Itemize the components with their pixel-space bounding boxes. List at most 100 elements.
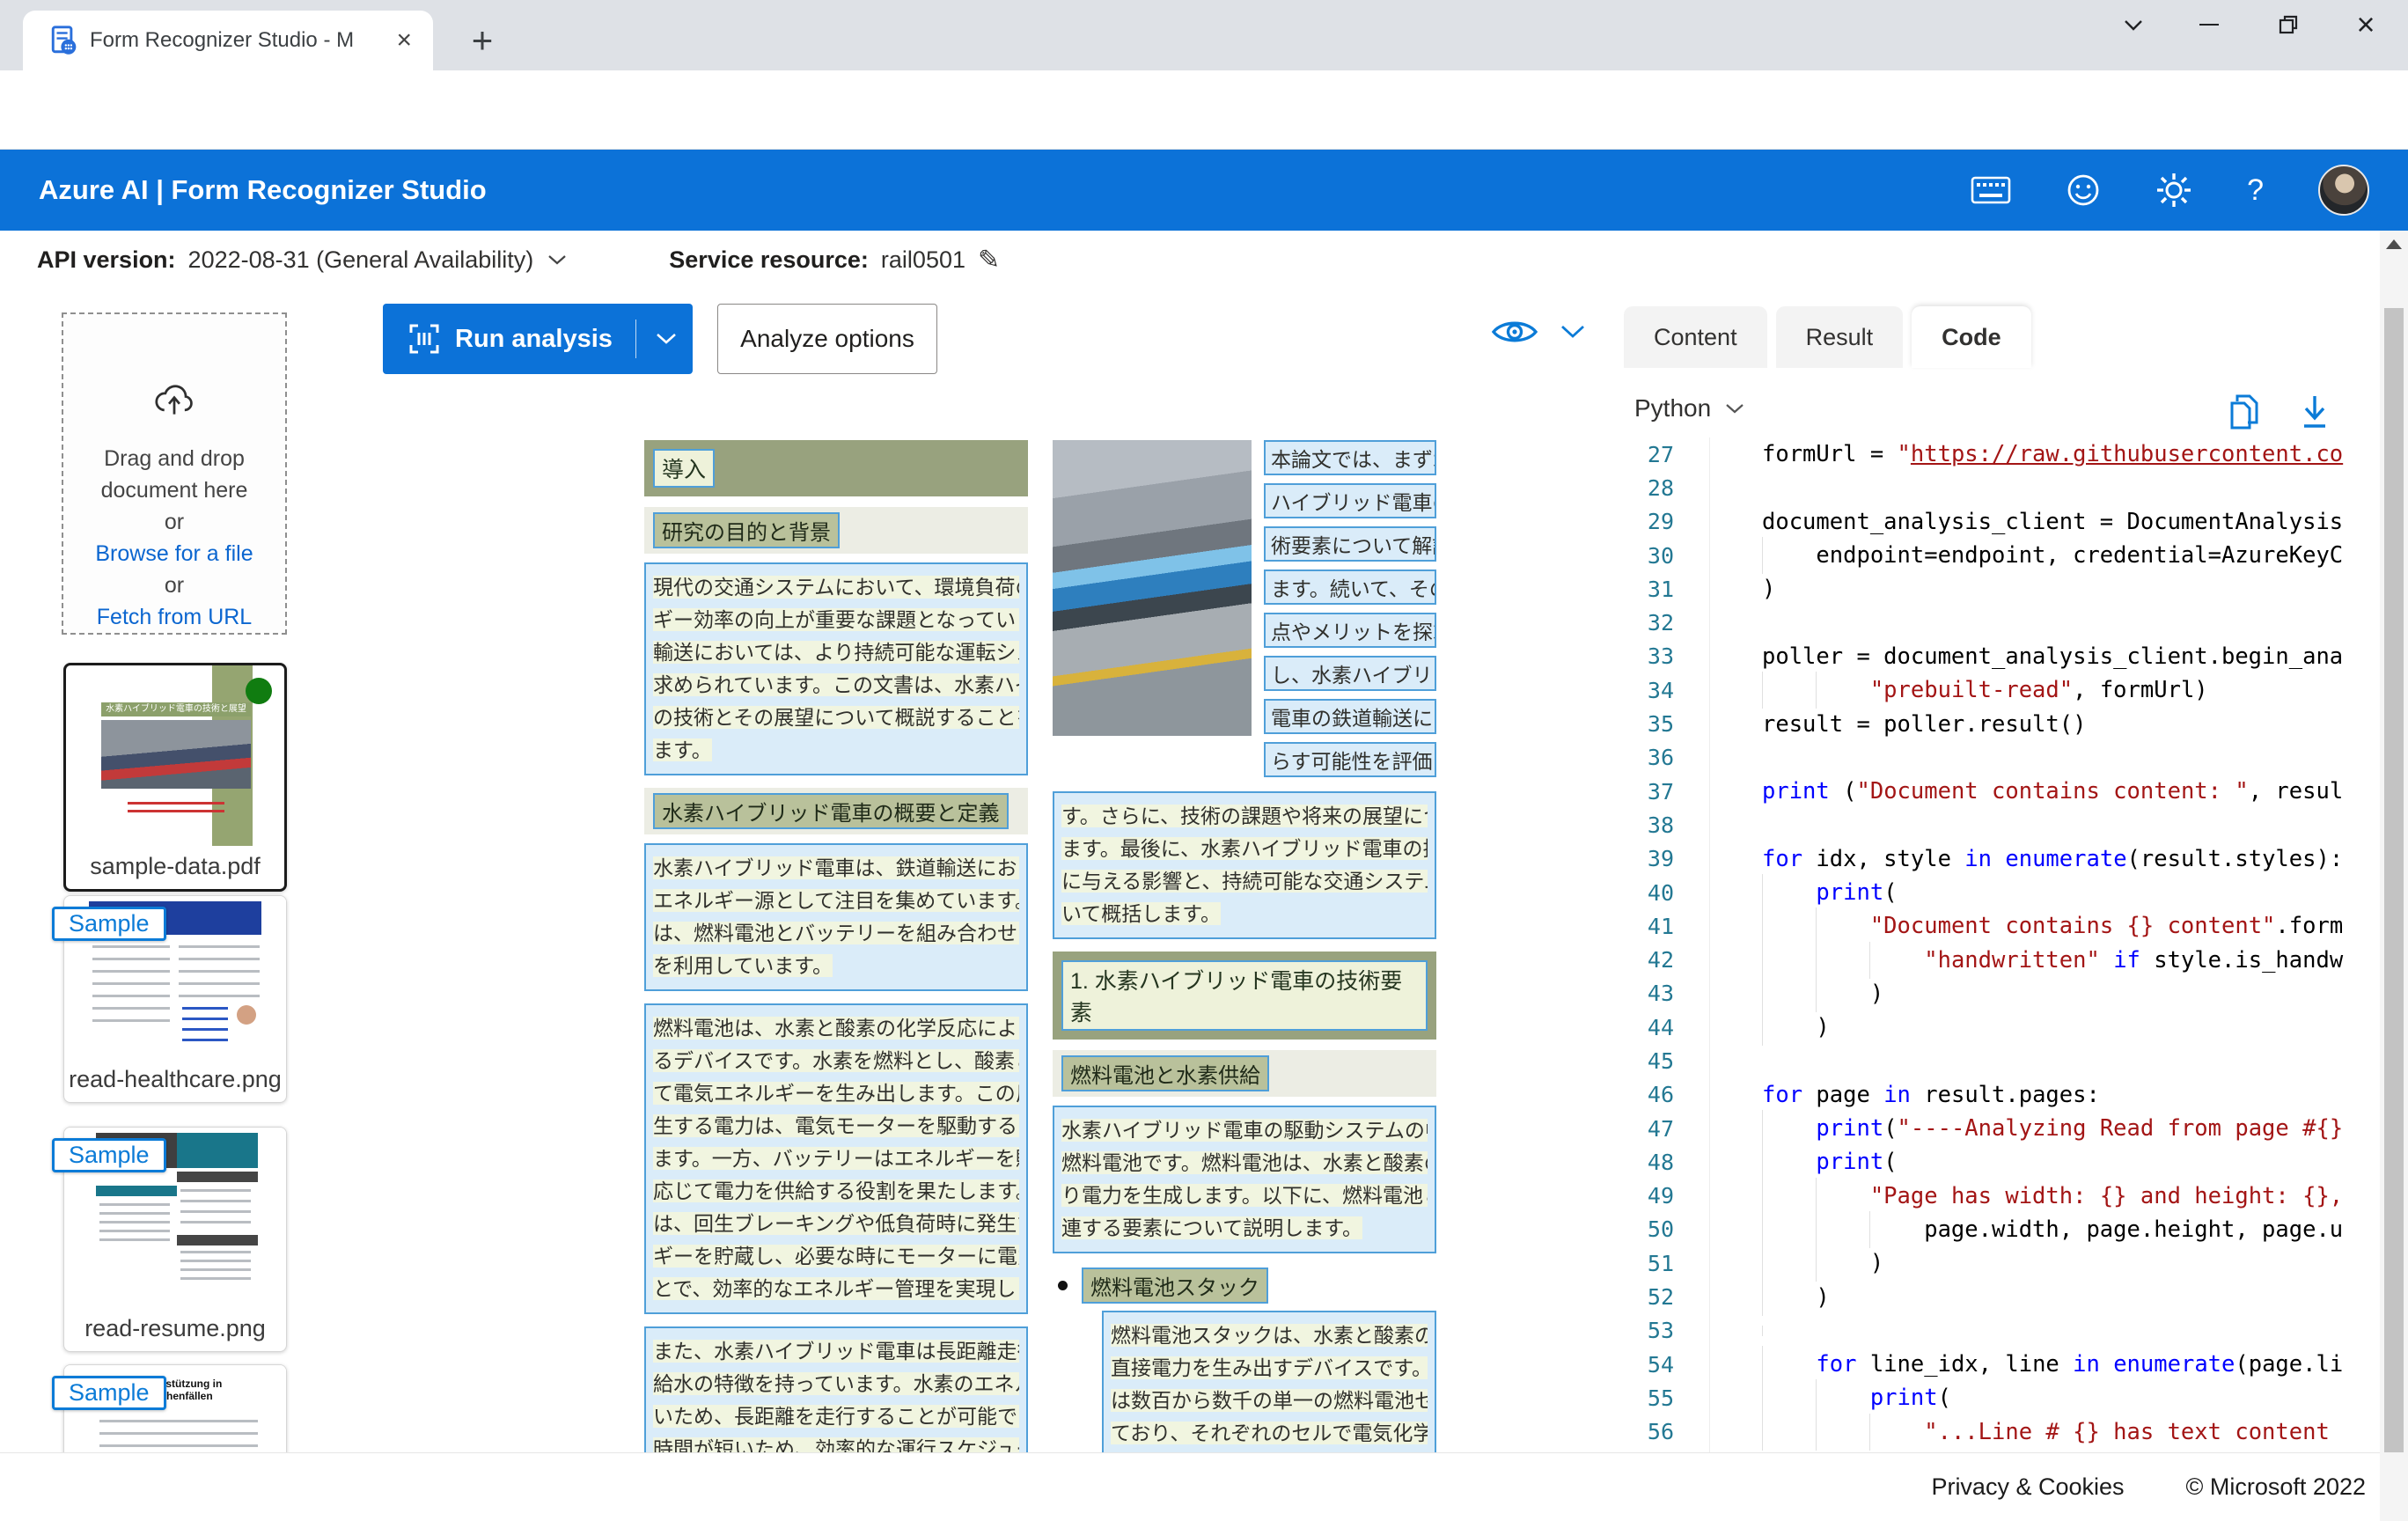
doc-text-region[interactable]: らす可能性を評価しま — [1264, 742, 1436, 777]
doc-line-text: とで、効率的なエネルギー管理を実現します。 — [653, 1277, 1019, 1300]
doc-text-region[interactable]: また、水素ハイブリッド電車は長距離走行能力と短時間給水の特徴を持っています。水素… — [644, 1326, 1028, 1452]
line-number: 56 — [1611, 1419, 1674, 1444]
api-version-value[interactable]: 2022-08-31 (General Availability) — [188, 246, 534, 274]
doc-text-region[interactable]: 本論文では、まず水素 — [1264, 440, 1436, 475]
doc-text-region[interactable]: ハイブリッド電車の技 — [1264, 483, 1436, 518]
code-text: page.width, page.height, page.u — [1762, 1216, 2343, 1243]
doc-text-line: また、水素ハイブリッド電車は長距離走行能力と短時間 — [653, 1335, 1019, 1368]
button-divider — [635, 320, 636, 358]
doc-text-region[interactable]: 現代の交通システムにおいて、環境負荷の低減とエネルギー効率の向上が重要な課題とな… — [644, 562, 1028, 775]
indent-guide — [1869, 1211, 1870, 1248]
line-number: 48 — [1611, 1150, 1674, 1175]
window-menu-chevron-icon[interactable] — [2105, 0, 2162, 49]
code-text: "Document contains {} content".form — [1762, 913, 2343, 939]
file-dropzone[interactable]: Drag and drop document here or Browse fo… — [62, 312, 287, 635]
doc-line-text: ハイブリッド電車の技 — [1271, 491, 1436, 514]
line-number: 55 — [1611, 1385, 1674, 1411]
doc-text-region[interactable]: 水素ハイブリッド電車は、鉄道輸送における持続可能なエネルギー源として注目を集めて… — [644, 843, 1028, 991]
doc-bullet-item: 燃料電池スタック — [1058, 1268, 1436, 1304]
analyze-options-button[interactable]: Analyze options — [717, 304, 937, 374]
tab-close-icon[interactable]: × — [389, 27, 419, 54]
settings-gear-icon[interactable] — [2155, 172, 2192, 209]
visibility-eye-icon[interactable] — [1492, 317, 1538, 347]
doc-text-line: て電気エネルギーを生み出します。この反応によって発 — [653, 1077, 1019, 1110]
doc-text-region[interactable]: 燃料電池スタックは、水素と酸素の反応によって直接電力を生み出すデバイスです。スタ… — [1102, 1311, 1436, 1452]
code-text: poller = document_analysis_client.begin_… — [1762, 643, 2343, 670]
doc-text-region[interactable]: 燃料電池は、水素と酸素の化学反応により電力を発生するデバイスです。水素を燃料とし… — [644, 1003, 1028, 1314]
doc-line-text: り電力を生成します。以下に、燃料電池と水素供給に関 — [1061, 1184, 1428, 1207]
thumbnail-read-resume.png[interactable]: read-resume.pngSample — [63, 1127, 287, 1352]
scrollbar-up-arrow[interactable] — [2386, 239, 2402, 249]
window-restore-button[interactable] — [2260, 0, 2316, 49]
preview-text-line — [99, 1221, 170, 1223]
browser-tab[interactable]: Form Recognizer Studio - Micr × — [23, 11, 433, 70]
keyboard-icon[interactable] — [1971, 176, 2011, 204]
doc-text-line: 求められています。この文書は、水素ハイブリッド電車 — [653, 669, 1019, 702]
doc-text-line: は、燃料電池とバッテリーを組み合わせた駆動システム — [653, 917, 1019, 950]
doc-text-line: ギー効率の向上が重要な課題となっています。特に鉄道 — [653, 604, 1019, 636]
doc-subheading-text[interactable]: 燃料電池と水素供給 — [1061, 1055, 1269, 1091]
window-minimize-button[interactable] — [2181, 0, 2237, 49]
preview-section-bar — [96, 1186, 177, 1196]
indent-guide — [1816, 1211, 1817, 1248]
doc-text-region[interactable]: 術要素について解説し — [1264, 526, 1436, 562]
privacy-link[interactable]: Privacy & Cookies — [1931, 1473, 2124, 1501]
doc-subheading-text[interactable]: 研究の目的と背景 — [653, 512, 840, 548]
preview-text-line — [180, 1260, 251, 1262]
doc-text-region[interactable]: し、水素ハイブリッド — [1264, 656, 1436, 691]
code-line: 52 ) — [1611, 1280, 2378, 1313]
doc-text-region[interactable]: 水素ハイブリッド電車の駆動システムの中核をなすのが燃料電池です。燃料電池は、水素… — [1053, 1106, 1436, 1253]
edit-resource-icon[interactable]: ✎ — [978, 245, 1000, 276]
thumbnail-german[interactable]: IRS-Unterstützung in KatastrophenfällenS… — [63, 1364, 287, 1452]
window-close-button[interactable]: × — [2338, 0, 2394, 49]
feedback-smiley-icon[interactable] — [2066, 173, 2101, 208]
doc-line-text: 応じて電力を供給する役割を果たします。バッテリー — [653, 1179, 1019, 1202]
doc-text-region[interactable]: ます。続いて、その利 — [1264, 569, 1436, 605]
preview-section-bar — [177, 1172, 258, 1182]
doc-text-line: 燃料電池です。燃料電池は、水素と酸素の化学反応によ — [1061, 1147, 1428, 1179]
doc-bullet-label[interactable]: 燃料電池スタック — [1082, 1268, 1268, 1304]
preview-text-line — [180, 1210, 251, 1213]
indent-guide — [1816, 942, 1817, 979]
thumbnail-sample-data.pdf[interactable]: 水素ハイブリッド電車の技術と展望sample-data.pdf — [63, 663, 287, 892]
page-scrollbar[interactable] — [2380, 231, 2408, 1521]
language-selector[interactable]: Python — [1634, 394, 1744, 422]
thumbnail-read-healthcare.png[interactable]: read-healthcare.pngSample — [63, 895, 287, 1103]
service-resource-label: Service resource: — [669, 246, 869, 274]
new-tab-button[interactable]: + — [458, 16, 507, 65]
tab-result[interactable]: Result — [1776, 306, 1904, 368]
fetch-url-link[interactable]: Fetch from URL — [97, 601, 252, 633]
code-editor[interactable]: 27formUrl = "https://raw.githubuserconte… — [1611, 437, 2378, 1452]
doc-text-region[interactable]: 点やメリットを探求 — [1264, 613, 1436, 648]
doc-line-text: 水素ハイブリッド電車の駆動システムの中核をなすのが — [1061, 1119, 1428, 1142]
scrollbar-thumb[interactable] — [2384, 308, 2404, 1452]
api-version-chevron-icon[interactable] — [547, 254, 567, 266]
doc-text-line: は、回生ブレーキングや低負荷時に発生する余剰エネル — [653, 1208, 1019, 1240]
doc-text-region[interactable]: す。さらに、技術の課題や将来の展望についても考察します。最後に、水素ハイブリッド… — [1053, 791, 1436, 939]
doc-text-region[interactable]: 電車の鉄道輸送にもた — [1264, 699, 1436, 734]
doc-line-text: 燃料電池スタックは、水素と酸素の反応によって — [1111, 1324, 1428, 1347]
browser-tab-bar: Form Recognizer Studio - Micr × + × — [0, 0, 2408, 70]
line-number: 46 — [1611, 1082, 1674, 1107]
help-icon[interactable]: ? — [2247, 173, 2264, 208]
tab-code[interactable]: Code — [1912, 306, 2031, 368]
doc-subheading-text[interactable]: 水素ハイブリッド電車の概要と定義 — [653, 793, 1009, 829]
tab-content[interactable]: Content — [1624, 306, 1767, 368]
doc-heading-text[interactable]: 1. 水素ハイブリッド電車の技術要素 — [1061, 960, 1428, 1031]
doc-heading-text[interactable]: 導入 — [653, 449, 715, 488]
browse-file-link[interactable]: Browse for a file — [95, 538, 253, 569]
line-number: 44 — [1611, 1015, 1674, 1040]
code-text: "prebuilt-read", formUrl) — [1762, 677, 2208, 703]
account-avatar[interactable] — [2318, 165, 2369, 216]
run-analysis-button[interactable]: Run analysis — [383, 304, 693, 374]
code-line: 43 ) — [1611, 977, 2378, 1010]
preview-text-line — [99, 1444, 258, 1447]
code-line: 35result = poller.result() — [1611, 707, 2378, 740]
run-dropdown-chevron-icon[interactable] — [656, 333, 677, 345]
preview-text-line — [180, 1268, 251, 1271]
copy-code-icon[interactable] — [2227, 393, 2262, 431]
doc-text-line: の技術とその展望について概説することを目的としてい — [653, 702, 1019, 734]
doc-line-text: 水素ハイブリッド電車は、鉄道輸送における持続可能な — [653, 856, 1019, 879]
visibility-chevron-icon[interactable] — [1560, 325, 1585, 339]
download-code-icon[interactable] — [2299, 393, 2331, 431]
